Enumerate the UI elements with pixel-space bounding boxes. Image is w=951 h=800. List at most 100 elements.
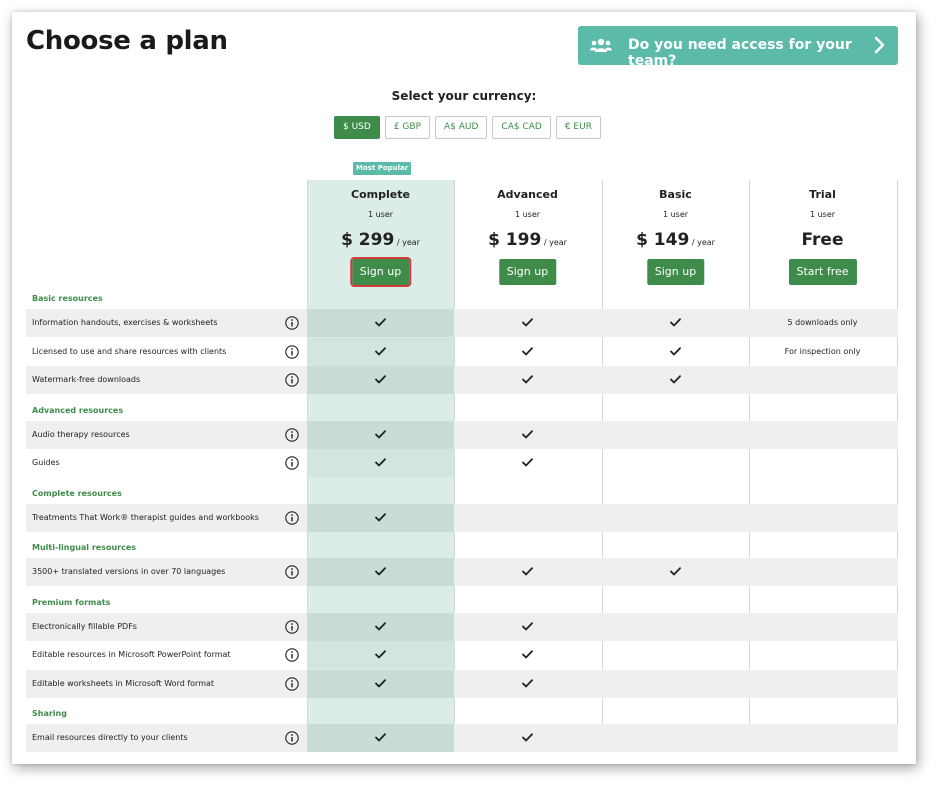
feature-cell <box>454 338 601 366</box>
check-icon <box>522 733 533 742</box>
feature-cell <box>602 613 749 641</box>
feature-cell <box>307 558 454 586</box>
feature-row: Editable worksheets in Microsoft Word fo… <box>26 669 898 698</box>
feature-row: Watermark-free downloads <box>26 366 898 394</box>
info-icon[interactable] <box>285 619 299 634</box>
feature-cell <box>749 670 896 698</box>
feature-row: Electronically fillable PDFs <box>26 612 898 641</box>
currency-option[interactable]: £ GBP <box>384 116 430 139</box>
feature-label: Licensed to use and share resources with… <box>32 346 227 356</box>
feature-label: 3500+ translated versions in over 70 lan… <box>32 567 226 576</box>
price-amount: $ 299 <box>341 230 395 250</box>
feature-label: Electronically fillable PDFs <box>32 621 137 631</box>
feature-cell <box>749 558 896 586</box>
feature-cell <box>602 504 749 532</box>
info-icon[interactable] <box>285 315 299 330</box>
feature-cell <box>307 612 454 641</box>
price-period: / year <box>394 238 420 247</box>
plan-header-advanced: Advanced 1 user $ 199 / year Sign up <box>454 180 601 290</box>
section-title: Premium formats <box>32 597 111 607</box>
team-access-label: Do you need access for your team? <box>628 37 852 69</box>
check-icon <box>522 375 533 384</box>
price-amount: $ 199 <box>488 230 542 250</box>
feature-cell <box>602 338 749 366</box>
currency-option[interactable]: $ USD <box>334 116 380 139</box>
feature-row: 3500+ translated versions in over 70 lan… <box>26 558 898 586</box>
check-icon <box>522 621 533 630</box>
currency-selector: $ USD £ GBP A$ AUD CA$ CAD € EUR <box>334 116 601 139</box>
most-popular-badge: Most Popular <box>353 162 412 175</box>
plan-price: Free <box>749 230 896 250</box>
feature-cell <box>454 449 601 477</box>
section-title: Sharing <box>32 709 67 718</box>
plan-complete-button[interactable]: Sign up <box>349 257 412 287</box>
feature-cell <box>307 669 454 698</box>
plan-name: Basic <box>659 188 692 201</box>
check-icon <box>375 650 386 659</box>
plan-users: 1 user <box>809 210 836 219</box>
feature-row: Email resources directly to your clients <box>26 724 898 752</box>
feature-cell <box>749 366 896 394</box>
check-icon <box>522 346 533 355</box>
feature-cell <box>602 724 749 752</box>
info-icon[interactable] <box>285 647 299 662</box>
currency-option[interactable]: A$ AUD <box>435 116 488 139</box>
feature-cell <box>602 670 749 698</box>
info-icon[interactable] <box>285 564 299 579</box>
feature-label: Treatments That Work® therapist guides a… <box>32 512 259 522</box>
check-icon <box>670 318 681 327</box>
feature-cell <box>307 337 454 366</box>
feature-label: Editable resources in Microsoft PowerPoi… <box>32 650 231 659</box>
check-icon <box>375 375 386 384</box>
plan-name: Trial <box>809 188 836 201</box>
info-icon[interactable] <box>285 455 299 470</box>
currency-label: Select your currency: <box>391 89 537 103</box>
check-icon <box>670 375 681 384</box>
feature-cell <box>749 504 896 532</box>
section-title: Advanced resources <box>32 405 124 415</box>
check-icon <box>375 458 386 467</box>
check-icon <box>375 512 386 521</box>
price-period: / year <box>541 238 567 247</box>
info-icon[interactable] <box>285 676 299 691</box>
feature-cell <box>602 558 749 586</box>
page-title: Choose a plan <box>26 26 228 56</box>
feature-cell <box>602 641 749 669</box>
feature-row: Treatments That Work® therapist guides a… <box>26 503 898 532</box>
info-icon[interactable] <box>285 510 299 525</box>
feature-row: 5 downloads only Information handouts, ex… <box>26 309 898 337</box>
plan-price: $ 199 / year <box>454 230 601 250</box>
price-amount: $ 149 <box>636 230 690 250</box>
feature-cell <box>454 724 601 752</box>
plan-basic-button[interactable]: Sign up <box>646 259 705 285</box>
plan-trial-button[interactable]: Start free <box>788 259 857 285</box>
plan-name: Complete <box>351 188 410 201</box>
feature-cell <box>454 504 601 532</box>
plan-advanced-button[interactable]: Sign up <box>498 259 557 285</box>
check-icon <box>522 650 533 659</box>
currency-option[interactable]: CA$ CAD <box>492 116 551 139</box>
check-icon <box>522 318 533 327</box>
feature-cell <box>454 309 601 337</box>
feature-label: Email resources directly to your clients <box>32 733 188 742</box>
team-access-button[interactable]: Do you need access for your team? <box>578 26 898 69</box>
plan-header-basic: Basic 1 user $ 149 / year Sign up <box>602 180 749 290</box>
currency-option[interactable]: € EUR <box>555 116 601 139</box>
feature-cell <box>749 449 896 477</box>
plan-users: 1 user <box>367 210 394 219</box>
feature-cell <box>749 724 896 752</box>
plan-header-complete: Complete 1 user $ 299 / year Sign up <box>307 180 454 290</box>
plan-name: Advanced <box>497 188 558 201</box>
check-icon <box>670 567 681 576</box>
feature-label: Watermark-free downloads <box>32 375 141 384</box>
feature-cell <box>307 641 454 669</box>
plan-card: Choose a plan Do you need access for you… <box>12 12 916 764</box>
info-icon[interactable] <box>285 372 299 387</box>
feature-cell <box>307 366 454 394</box>
info-icon[interactable] <box>285 730 299 745</box>
feature-cell <box>454 670 601 698</box>
info-icon[interactable] <box>285 427 299 442</box>
feature-cell <box>307 724 454 752</box>
info-icon[interactable] <box>285 344 299 359</box>
check-icon <box>375 733 386 742</box>
